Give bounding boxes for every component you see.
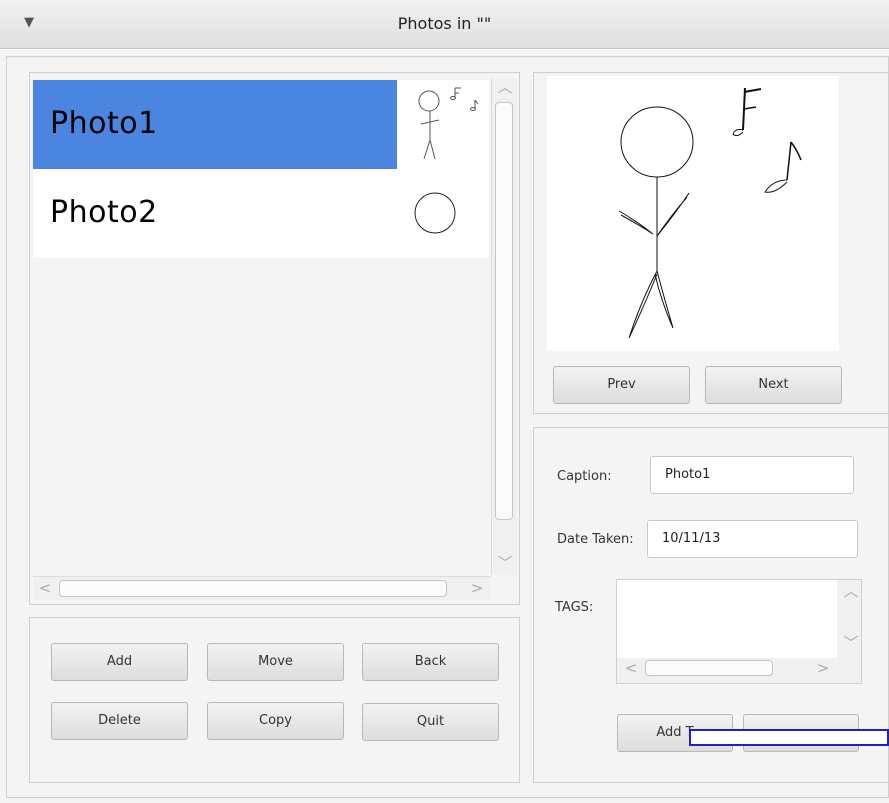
photo-thumbnail — [397, 169, 489, 258]
caption-field[interactable]: Photo1 — [650, 456, 854, 494]
text-overlay-box — [689, 729, 889, 746]
list-vertical-scrollbar[interactable]: ︿ ﹀ — [491, 78, 517, 575]
photo-list-item[interactable]: Photo1 — [33, 80, 489, 169]
tags-list-content[interactable] — [617, 580, 837, 658]
tags-label: TAGS: — [555, 600, 594, 615]
scroll-right-arrow-icon[interactable]: > — [469, 581, 485, 596]
scroll-up-arrow-icon[interactable]: ︿ — [843, 584, 859, 599]
list-horizontal-scrollbar[interactable]: < > — [33, 576, 491, 600]
copy-button[interactable]: Copy — [207, 702, 344, 740]
next-button[interactable]: Next — [705, 366, 842, 404]
photo-thumbnail — [397, 80, 489, 169]
photo-preview — [547, 76, 839, 351]
scroll-down-arrow-icon[interactable]: ﹀ — [843, 636, 859, 651]
scroll-down-arrow-icon[interactable]: ﹀ — [497, 556, 513, 571]
photo-list-item[interactable]: Photo2 — [33, 169, 489, 258]
scrollbar-thumb[interactable] — [645, 660, 773, 676]
list-actions-pane — [29, 617, 520, 783]
photo-list-item-label: Photo2 — [50, 195, 158, 230]
quit-button[interactable]: Quit — [362, 703, 499, 741]
scroll-up-arrow-icon[interactable]: ︿ — [497, 80, 513, 95]
date-taken-label: Date Taken: — [557, 532, 634, 547]
date-taken-field[interactable]: 10/11/13 — [647, 520, 858, 558]
add-button[interactable]: Add — [51, 643, 188, 681]
scroll-right-arrow-icon[interactable]: > — [815, 661, 831, 676]
window-title: Photos in "" — [397, 14, 492, 33]
tags-list[interactable]: ︿ ﹀ < > — [616, 579, 862, 684]
delete-button[interactable]: Delete — [51, 702, 188, 740]
prev-button[interactable]: Prev — [553, 366, 690, 404]
move-button[interactable]: Move — [207, 643, 344, 681]
scroll-left-arrow-icon[interactable]: < — [623, 661, 639, 676]
scrollbar-thumb[interactable] — [495, 102, 513, 520]
scroll-left-arrow-icon[interactable]: < — [37, 581, 53, 596]
photo-list-item-label: Photo1 — [50, 106, 158, 141]
title-bar: ▼ Photos in "" — [0, 0, 889, 49]
caption-label: Caption: — [557, 469, 612, 484]
back-button[interactable]: Back — [362, 643, 499, 681]
scrollbar-thumb[interactable] — [59, 580, 447, 597]
photo-list[interactable]: Photo1 Photo2 — [33, 78, 491, 575]
